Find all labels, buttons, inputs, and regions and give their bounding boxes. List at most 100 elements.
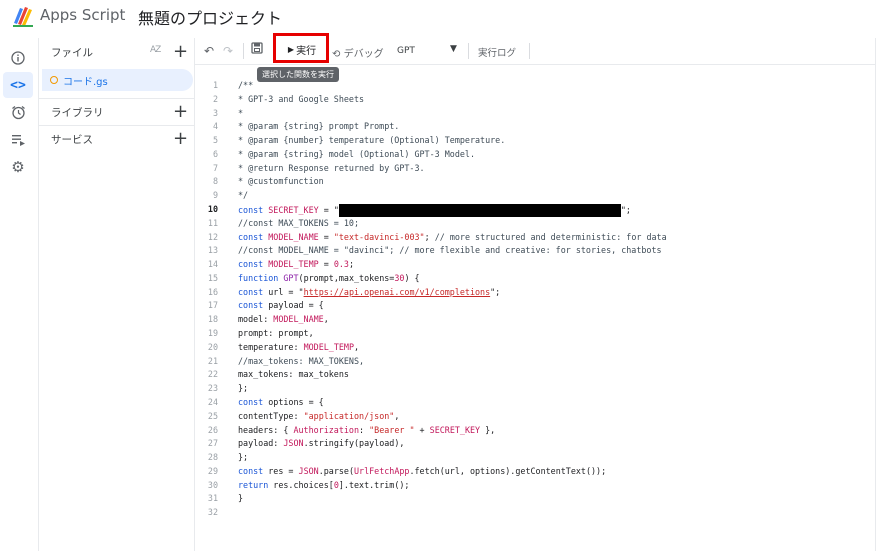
undo-button[interactable]: ↶ [204,44,214,58]
code-text: function GPT(prompt,max_tokens=30) { [238,272,420,283]
execution-log-button[interactable]: 実行ログ [478,45,516,59]
line-number: 19 [207,328,218,339]
toolbar-divider [243,43,244,59]
editor-toolbar: ↶ ↷ ▶ 実行 ⟲ デバッグ GPT ▼ 実行ログ [195,33,875,65]
code-line[interactable]: 29 const res = JSON.parse(UrlFetchApp.fet… [196,466,876,480]
executions-nav-item[interactable] [3,126,33,152]
function-select[interactable]: GPT [397,46,415,56]
code-line[interactable]: 22 max_tokens: max_tokens [196,369,876,383]
apps-script-logo-icon[interactable] [11,5,35,27]
code-text: */ [238,190,249,201]
code-line[interactable]: 32 [196,507,876,521]
toolbar-divider [468,43,469,59]
code-line[interactable]: 18 model: MODEL_NAME, [196,314,876,328]
code-line[interactable]: 25 contentType: "application/json", [196,411,876,425]
code-line[interactable]: 27 payload: JSON.stringify(payload), [196,438,876,452]
code-line[interactable]: 19 prompt: prompt, [196,328,876,342]
code-text: }; [238,452,249,463]
chevron-down-icon[interactable]: ▼ [450,44,457,54]
code-text: contentType: "application/json", [238,410,400,421]
line-number: 26 [207,424,218,435]
project-title[interactable]: 無題のプロジェクト [138,5,282,29]
file-name: コード.gs [63,77,108,88]
line-number: 16 [207,286,218,297]
redo-button[interactable]: ↷ [223,44,233,58]
code-text: temperature: MODEL_TEMP, [238,341,360,352]
code-text: const res = JSON.parse(UrlFetchApp.fetch… [238,465,607,476]
code-text: max_tokens: max_tokens [238,369,349,380]
code-editor[interactable]: 1 /** 2 * GPT-3 and Google Sheets 3 * 4 * @para… [196,80,876,530]
services-heading: サービス [51,134,93,146]
code-line[interactable]: 1 /** [196,80,876,94]
settings-nav-item[interactable]: ⚙ [3,154,33,180]
code-text: payload: JSON.stringify(payload), [238,438,405,449]
line-number: 10 [207,204,218,215]
code-line[interactable]: 7 * @return Response returned by GPT-3. [196,163,876,177]
code-line[interactable]: 4 * @param {string} prompt Prompt. [196,121,876,135]
code-text: * @param {number} temperature (Optional)… [238,135,506,146]
triggers-nav-item[interactable] [3,99,33,125]
save-button[interactable] [251,42,263,57]
files-heading: ファイル [51,47,93,59]
sort-az-icon[interactable]: AZ [150,45,161,55]
code-text: /** [238,80,254,90]
line-number: 12 [207,231,218,242]
overview-nav-item[interactable] [3,45,33,71]
line-number: 22 [207,369,218,380]
code-line[interactable]: 30 return res.choices[0].text.trim(); [196,480,876,494]
code-text: const options = { [238,396,324,407]
code-text: //max_tokens: MAX_TOKENS, [238,355,365,366]
line-number: 5 [212,135,218,146]
code-text: * GPT-3 and Google Sheets [238,93,365,104]
editor-nav-item[interactable]: <> [3,72,33,98]
code-line[interactable]: 3 * [196,108,876,122]
divider [39,98,194,99]
add-service-button[interactable]: + [173,130,188,148]
code-line[interactable]: 23}; [196,383,876,397]
libraries-heading: ライブラリ [51,107,104,119]
editor-scrollbar[interactable] [875,38,876,551]
code-line[interactable]: 10 const SECRET_KEY = " "; [196,204,876,218]
code-line[interactable]: 5 * @param {number} temperature (Optional… [196,135,876,149]
code-line[interactable]: 8 * @customfunction [196,176,876,190]
code-text: * @param {string} model (Optional) GPT-3… [238,148,475,159]
line-number: 13 [207,245,218,256]
run-highlight-box [273,33,329,63]
code-line[interactable]: 13 //const MODEL_NAME = "davinci"; // mor… [196,245,876,259]
save-icon [251,42,263,54]
code-text: const payload = { [238,300,324,311]
code-line[interactable]: 20 temperature: MODEL_TEMP, [196,342,876,356]
add-file-button[interactable]: + [173,43,188,61]
file-type-icon [50,76,58,84]
code-line[interactable]: 12 const MODEL_NAME = "text-davinci-003";… [196,232,876,246]
line-number: 1 [212,80,218,90]
code-line[interactable]: 14 const MODEL_TEMP = 0.3; [196,259,876,273]
file-item-code-gs[interactable]: コード.gs [42,69,193,91]
line-number: 21 [207,355,218,366]
code-line[interactable]: 9 */ [196,190,876,204]
code-line[interactable]: 6 * @param {string} model (Optional) GPT-… [196,149,876,163]
app-name[interactable]: Apps Script [40,6,125,24]
code-line[interactable]: 16 const url = "https://api.openai.com/v1… [196,287,876,301]
line-number: 4 [212,121,218,132]
code-line[interactable]: 28}; [196,452,876,466]
code-line[interactable]: 26 headers: { Authorization: "Bearer " + … [196,425,876,439]
code-text: //const MAX_TOKENS = 10; [238,217,360,228]
code-line[interactable]: 31} [196,493,876,507]
gear-icon: ⚙ [11,158,25,176]
line-number: 14 [207,259,218,270]
code-line[interactable]: 17 const payload = { [196,300,876,314]
code-line[interactable]: 15 function GPT(prompt,max_tokens=30) { [196,273,876,287]
code-line[interactable]: 21 //max_tokens: MAX_TOKENS, [196,356,876,370]
line-number: 8 [212,176,218,187]
code-text: * @param {string} prompt Prompt. [238,121,400,132]
code-line[interactable]: 2 * GPT-3 and Google Sheets [196,94,876,108]
debug-button[interactable]: ⟲ デバッグ [332,45,384,60]
code-line[interactable]: 11 //const MAX_TOKENS = 10; [196,218,876,232]
line-number: 25 [207,410,218,421]
line-number: 17 [207,300,218,311]
code-text: const MODEL_TEMP = 0.3; [238,259,355,270]
line-number: 23 [207,383,218,394]
add-library-button[interactable]: + [173,103,188,121]
code-line[interactable]: 24 const options = { [196,397,876,411]
